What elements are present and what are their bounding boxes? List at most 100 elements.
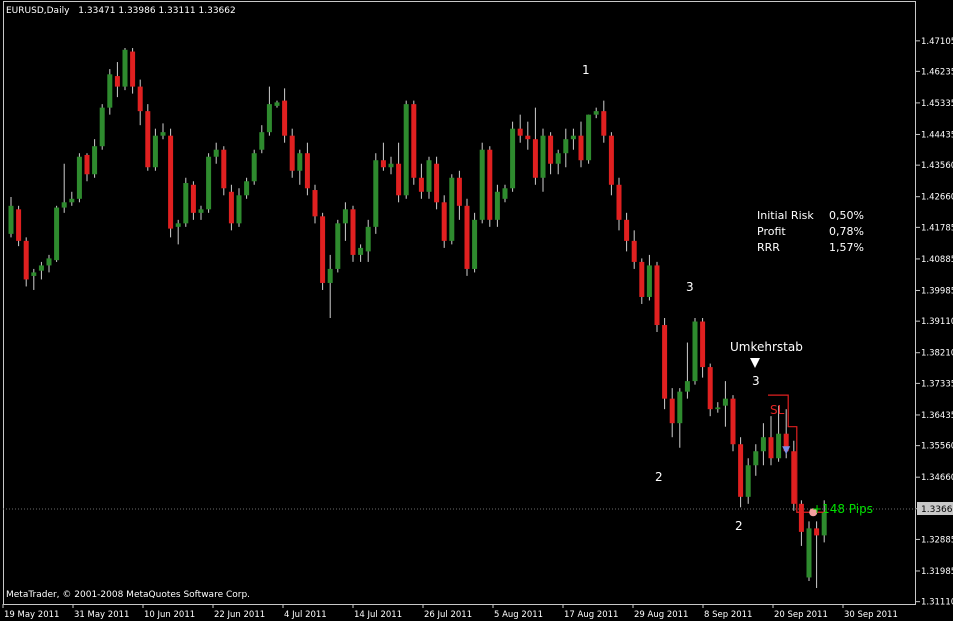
time-tick-label: 19 May 2011 — [4, 610, 59, 620]
bull-candle — [715, 407, 721, 410]
bear-candle — [616, 184, 622, 220]
bear-candle — [578, 135, 584, 161]
chart-annotation: 3 — [752, 374, 760, 388]
bear-candle — [130, 51, 136, 87]
bear-candle — [221, 149, 227, 189]
bear-candle — [320, 216, 326, 283]
price-tick-label: 1.43560 — [921, 161, 953, 171]
bear-candle — [84, 154, 90, 175]
bear-candle — [418, 177, 424, 192]
bear-candle — [601, 111, 607, 136]
bear-candle — [464, 205, 470, 269]
bear-candle — [289, 135, 295, 171]
bear-candle — [669, 398, 675, 424]
bull-candle — [563, 139, 569, 154]
time-tick-label: 20 Sep 2011 — [774, 610, 828, 620]
price-tick-label: 1.37335 — [921, 379, 953, 389]
bear-candle — [631, 240, 637, 262]
risk-label: Initial Risk — [757, 209, 814, 222]
price-tick-label: 1.32885 — [921, 535, 953, 545]
bear-candle — [707, 367, 713, 410]
bear-candle — [350, 209, 356, 255]
bull-candle — [244, 181, 250, 196]
risk-value: 1,57% — [829, 241, 864, 254]
bear-candle — [525, 135, 531, 140]
bear-candle — [624, 219, 630, 241]
bear-candle — [798, 503, 804, 532]
bull-candle — [540, 135, 546, 178]
bear-candle — [304, 153, 310, 189]
bull-candle — [152, 135, 158, 168]
bull-candle — [46, 258, 52, 266]
bull-candle — [593, 111, 599, 115]
bear-candle — [662, 325, 668, 399]
time-tick-label: 29 Aug 2011 — [634, 610, 688, 620]
bull-candle — [175, 223, 181, 227]
bull-candle — [213, 149, 219, 157]
price-tick-label: 1.46235 — [921, 67, 953, 77]
bull-candle — [646, 265, 652, 297]
current-price-tag: 1.33662 — [917, 502, 953, 515]
bear-candle — [517, 128, 523, 136]
bull-candle — [8, 205, 14, 234]
bull-candle — [776, 433, 782, 459]
chart-annotation: 2 — [655, 470, 663, 484]
bear-candle — [228, 191, 234, 224]
bear-candle — [190, 184, 196, 213]
time-tick-label: 22 Jun 2011 — [214, 610, 265, 620]
price-tick-label: 1.31985 — [921, 567, 953, 577]
bull-candle — [760, 437, 766, 452]
bear-candle — [608, 135, 614, 185]
time-tick-label: 10 Jun 2011 — [144, 610, 195, 620]
bull-candle — [327, 268, 333, 283]
bear-candle — [441, 202, 447, 241]
bull-candle — [753, 451, 759, 466]
price-tick-label: 1.40885 — [921, 255, 953, 265]
bear-candle — [282, 100, 288, 136]
bear-candle — [730, 398, 736, 445]
bear-candle — [791, 451, 797, 504]
bull-candle — [358, 247, 364, 255]
bull-candle — [449, 177, 455, 241]
bull-candle — [555, 153, 561, 164]
risk-label: Profit — [757, 225, 786, 238]
bull-candle — [206, 156, 212, 210]
price-tick-label: 1.38210 — [921, 349, 953, 359]
current-price-label: 1.33662 — [921, 505, 953, 515]
bear-candle — [396, 163, 402, 196]
candlestick-chart: 1.47105 1.46235 1.45335 1.44435 1.43560 1.426… — [0, 0, 953, 621]
chart-annotation: Umkehrstab — [730, 340, 803, 354]
copyright-text: MetaTrader, © 2001-2008 MetaQuotes Softw… — [6, 590, 250, 600]
bear-candle — [312, 190, 318, 217]
price-tick-label: 1.42660 — [921, 193, 953, 203]
bear-candle — [145, 111, 151, 168]
bear-candle — [738, 444, 744, 497]
bear-candle — [532, 139, 538, 178]
price-tick-label: 1.45335 — [921, 99, 953, 109]
price-tick-label: 1.47105 — [921, 37, 953, 47]
price-tick-label: 1.34660 — [921, 473, 953, 483]
bull-candle — [365, 226, 371, 252]
bear-candle — [700, 321, 706, 368]
bull-candle — [684, 381, 690, 392]
bear-candle — [487, 149, 493, 220]
price-tick-label: 1.31110 — [921, 598, 953, 608]
chart-header: EURUSD,Daily 1.33471 1.33986 1.33111 1.3… — [6, 6, 236, 16]
bull-candle — [266, 104, 272, 133]
price-tick-label: 1.39110 — [921, 317, 953, 327]
bull-candle — [31, 272, 37, 276]
bear-candle — [16, 209, 22, 241]
bear-candle — [768, 437, 774, 459]
bull-candle — [373, 160, 379, 227]
time-tick-label: 4 Jul 2011 — [284, 610, 327, 620]
bear-candle — [168, 135, 174, 229]
bear-candle — [548, 135, 554, 164]
bull-candle — [342, 209, 348, 224]
bull-candle — [502, 188, 508, 199]
price-tick-label: 1.35560 — [921, 442, 953, 452]
bear-candle — [456, 177, 462, 206]
bull-candle — [570, 135, 576, 140]
bull-candle — [251, 153, 257, 182]
risk-value: 0,50% — [829, 209, 864, 222]
time-tick-label: 31 May 2011 — [74, 610, 129, 620]
